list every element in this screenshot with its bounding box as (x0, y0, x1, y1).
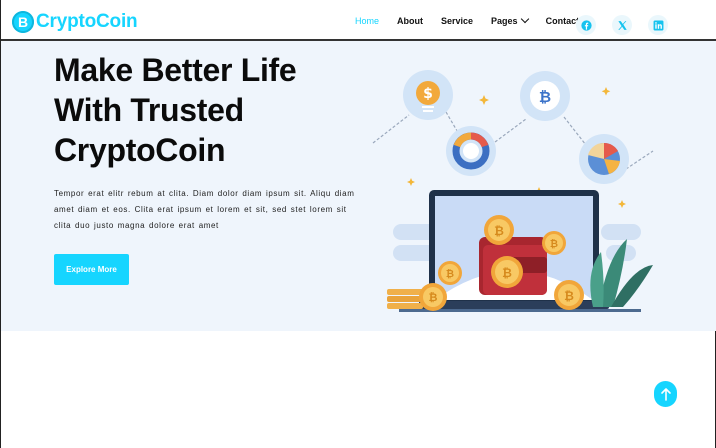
nav-item-about[interactable]: About (397, 16, 423, 26)
svg-text:₿: ₿ (550, 238, 558, 250)
facebook-icon[interactable] (576, 15, 596, 35)
svg-text:$: $ (423, 86, 433, 102)
svg-text:₿: ₿ (429, 291, 438, 304)
x-twitter-icon[interactable] (612, 15, 632, 35)
bitcoin-logo-icon: B (12, 11, 34, 33)
hero-description: Tempor erat elitr rebum at clita. Diam d… (54, 189, 355, 230)
linkedin-icon[interactable] (648, 15, 668, 35)
headline-line-2: With Trusted (54, 92, 244, 128)
brand-logo[interactable]: B CryptoCoin (12, 11, 138, 33)
svg-text:₿: ₿ (494, 224, 504, 238)
nav-item-home[interactable]: Home (355, 16, 379, 26)
hero-headline: Make Better Life With Trusted CryptoCoin (54, 50, 354, 170)
svg-text:₿: ₿ (564, 289, 574, 303)
hero-section: Make Better Life With Trusted CryptoCoin… (1, 41, 716, 331)
nav-item-pages[interactable]: Pages (491, 14, 529, 26)
arrow-up-icon (660, 388, 671, 401)
navbar: B CryptoCoin Home About Service Pages Co… (1, 0, 716, 41)
svg-text:₿: ₿ (539, 88, 551, 106)
nav-item-contact[interactable]: Contact (546, 16, 580, 26)
crypto-wallet-illustration: $ ₿ ₿ ₿ ₿ ₿ ₿ ₿ (372, 70, 654, 312)
main-menu: Home About Service Pages Contact (355, 14, 597, 26)
chevron-down-icon (520, 14, 529, 24)
nav-item-pages-label: Pages (491, 16, 518, 26)
social-links (576, 15, 668, 35)
svg-text:₿: ₿ (446, 268, 454, 280)
nav-item-service[interactable]: Service (441, 16, 473, 26)
headline-line-3: CryptoCoin (54, 132, 226, 168)
explore-more-button[interactable]: Explore More (54, 254, 129, 285)
brand-name: CryptoCoin (36, 11, 138, 32)
page: B CryptoCoin Home About Service Pages Co… (0, 0, 716, 448)
svg-text:₿: ₿ (502, 266, 512, 280)
headline-line-1: Make Better Life (54, 52, 297, 88)
back-to-top-button[interactable] (654, 381, 677, 407)
